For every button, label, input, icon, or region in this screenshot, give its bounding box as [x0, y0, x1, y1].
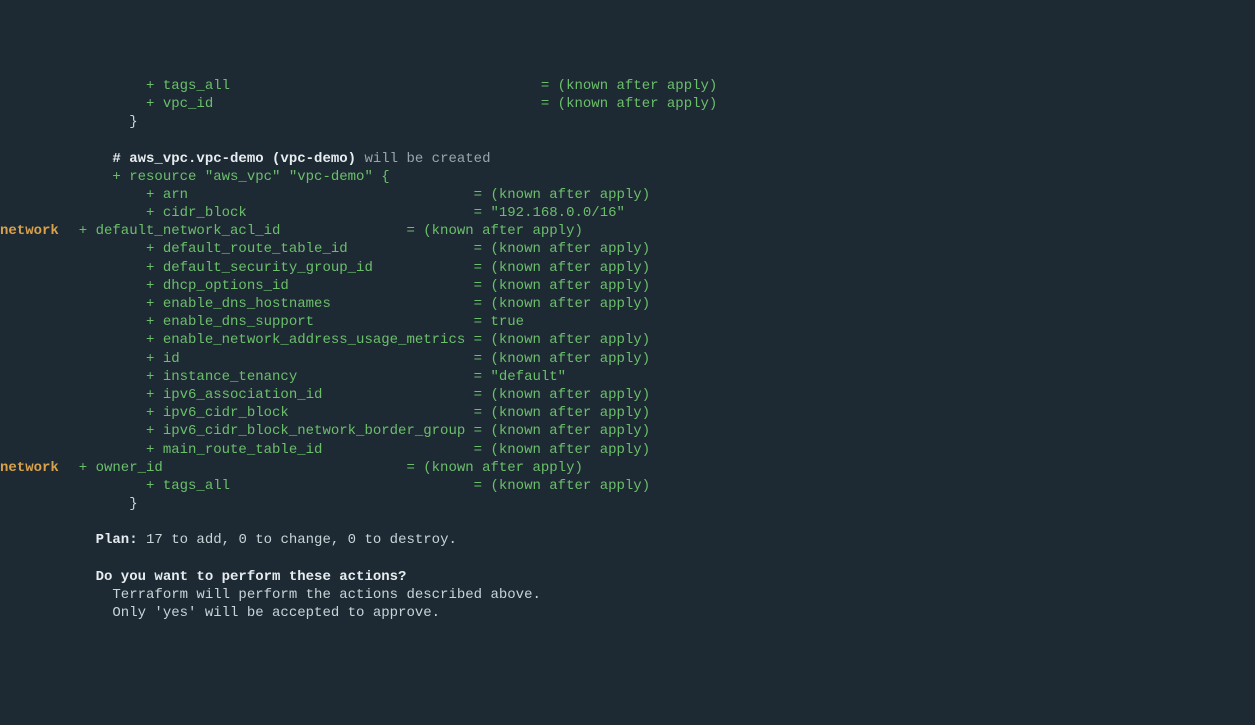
- line-segment: Plan:: [62, 532, 138, 548]
- line-content: + ipv6_cidr_block_network_border_group =…: [62, 422, 650, 440]
- terminal-line: + arn = (known after apply): [0, 186, 1255, 204]
- terminal-line: [0, 550, 1255, 568]
- terminal-line: + enable_network_address_usage_metrics =…: [0, 331, 1255, 349]
- terminal-line: + tags_all = (known after apply): [0, 77, 1255, 95]
- line-content: + main_route_table_id = (known after app…: [62, 441, 650, 459]
- terminal-line: }: [0, 113, 1255, 131]
- terminal-line: + tags_all = (known after apply): [0, 477, 1255, 495]
- line-segment: # aws_vpc.vpc-demo (vpc-demo): [62, 151, 356, 167]
- terminal-line: Do you want to perform these actions?: [0, 568, 1255, 586]
- line-content: + owner_id = (known after apply): [62, 459, 583, 477]
- line-content: Only 'yes' will be accepted to approve.: [62, 604, 440, 622]
- line-content: + default_network_acl_id = (known after …: [62, 222, 583, 240]
- line-gutter: network: [0, 222, 62, 240]
- terminal-line: [0, 131, 1255, 149]
- line-content: + id = (known after apply): [62, 350, 650, 368]
- line-content: + ipv6_association_id = (known after app…: [62, 386, 650, 404]
- terminal-line: + default_route_table_id = (known after …: [0, 240, 1255, 258]
- line-content: + dhcp_options_id = (known after apply): [62, 277, 650, 295]
- terminal-output: + tags_all = (known after apply) + vpc_i…: [0, 73, 1255, 635]
- line-content: }: [62, 113, 138, 131]
- line-content: + resource "aws_vpc" "vpc-demo" {: [62, 168, 390, 186]
- line-content: + enable_dns_hostnames = (known after ap…: [62, 295, 650, 313]
- terminal-line: + ipv6_association_id = (known after app…: [0, 386, 1255, 404]
- line-content: + instance_tenancy = "default": [62, 368, 566, 386]
- terminal-line: + default_security_group_id = (known aft…: [0, 259, 1255, 277]
- line-content: + arn = (known after apply): [62, 186, 650, 204]
- line-content: + default_security_group_id = (known aft…: [62, 259, 650, 277]
- line-content: + enable_dns_support = true: [62, 313, 524, 331]
- terminal-line: }: [0, 495, 1255, 513]
- terminal-line: + ipv6_cidr_block_network_border_group =…: [0, 422, 1255, 440]
- line-content: + vpc_id = (known after apply): [62, 95, 717, 113]
- line-content: Plan: 17 to add, 0 to change, 0 to destr…: [62, 531, 457, 549]
- terminal-line: + resource "aws_vpc" "vpc-demo" {: [0, 168, 1255, 186]
- line-content: Do you want to perform these actions?: [62, 568, 406, 586]
- line-content: }: [62, 495, 138, 513]
- terminal-line: Plan: 17 to add, 0 to change, 0 to destr…: [0, 531, 1255, 549]
- terminal-line: + instance_tenancy = "default": [0, 368, 1255, 386]
- terminal-line: network + default_network_acl_id = (know…: [0, 222, 1255, 240]
- line-gutter: network: [0, 459, 62, 477]
- line-content: # aws_vpc.vpc-demo (vpc-demo) will be cr…: [62, 150, 490, 168]
- line-content: + tags_all = (known after apply): [62, 477, 650, 495]
- terminal-line: + main_route_table_id = (known after app…: [0, 441, 1255, 459]
- line-content: + enable_network_address_usage_metrics =…: [62, 331, 650, 349]
- line-segment: 17 to add, 0 to change, 0 to destroy.: [138, 532, 457, 548]
- line-content: + ipv6_cidr_block = (known after apply): [62, 404, 650, 422]
- terminal-line: + id = (known after apply): [0, 350, 1255, 368]
- line-content: + tags_all = (known after apply): [62, 77, 717, 95]
- terminal-line: + vpc_id = (known after apply): [0, 95, 1255, 113]
- terminal-line: + cidr_block = "192.168.0.0/16": [0, 204, 1255, 222]
- line-segment: will be created: [356, 151, 490, 167]
- terminal-line: + dhcp_options_id = (known after apply): [0, 277, 1255, 295]
- line-content: + cidr_block = "192.168.0.0/16": [62, 204, 625, 222]
- terminal-line: [0, 513, 1255, 531]
- terminal-line: network + owner_id = (known after apply): [0, 459, 1255, 477]
- terminal-line: Only 'yes' will be accepted to approve.: [0, 604, 1255, 622]
- line-content: + default_route_table_id = (known after …: [62, 240, 650, 258]
- line-content: Terraform will perform the actions descr…: [62, 586, 541, 604]
- terminal-line: + ipv6_cidr_block = (known after apply): [0, 404, 1255, 422]
- terminal-line: + enable_dns_support = true: [0, 313, 1255, 331]
- terminal-line: Terraform will perform the actions descr…: [0, 586, 1255, 604]
- terminal-line: # aws_vpc.vpc-demo (vpc-demo) will be cr…: [0, 150, 1255, 168]
- terminal-line: + enable_dns_hostnames = (known after ap…: [0, 295, 1255, 313]
